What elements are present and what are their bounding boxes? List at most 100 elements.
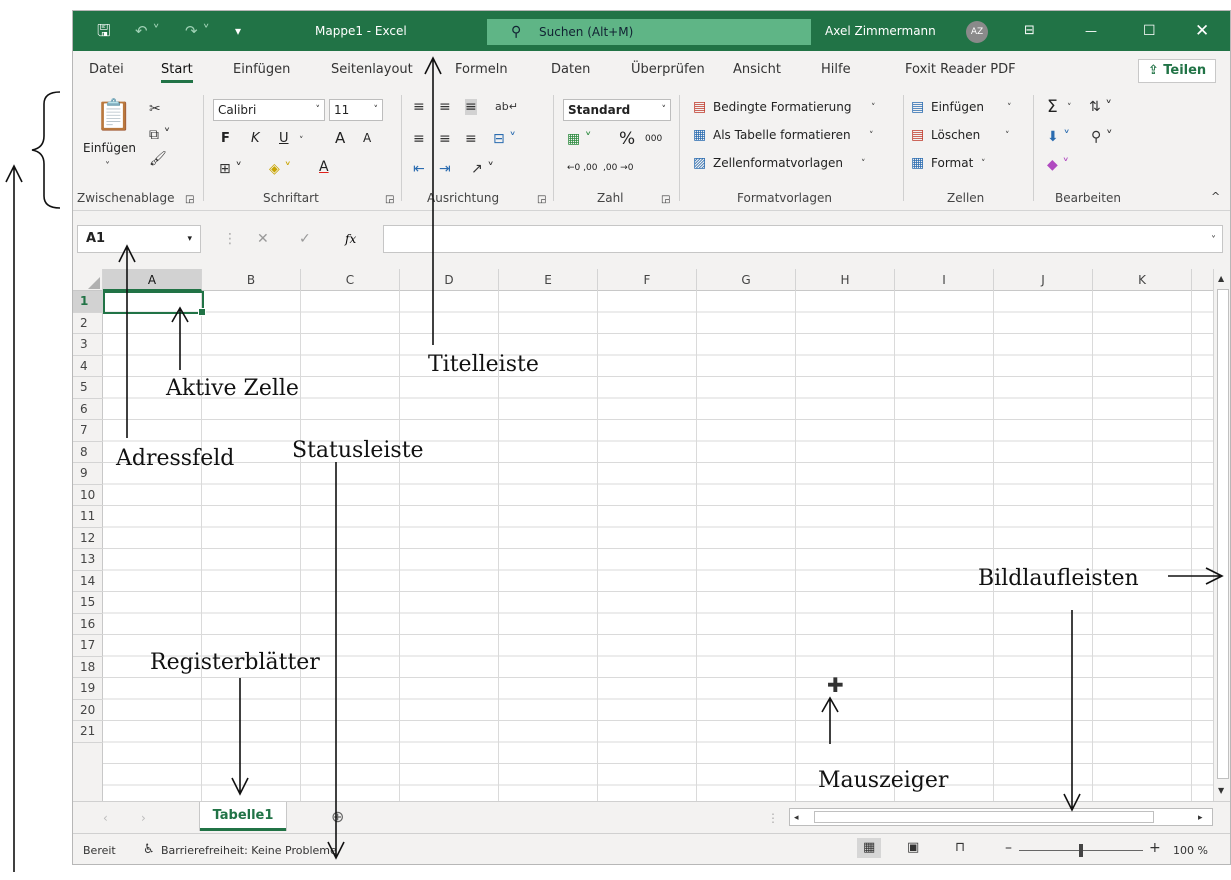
accessibility-status[interactable]: Barrierefreiheit: Keine Probleme bbox=[161, 844, 337, 857]
chevron-down-icon[interactable]: ˅ bbox=[871, 100, 876, 116]
find-icon[interactable]: ⚲ ˅ bbox=[1091, 129, 1113, 145]
align-middle-icon[interactable]: ≡ bbox=[439, 99, 451, 115]
number-format-select[interactable]: Standard ˅ bbox=[563, 99, 671, 121]
zoom-slider-thumb[interactable] bbox=[1079, 844, 1083, 857]
column-header[interactable]: C bbox=[301, 269, 400, 291]
column-header[interactable]: I bbox=[895, 269, 994, 291]
format-cells-icon[interactable]: ▦ bbox=[911, 155, 924, 171]
page-break-icon[interactable]: ⊓ bbox=[955, 840, 965, 856]
row-header[interactable]: 16 bbox=[73, 614, 103, 635]
paste-button[interactable]: Einfügen bbox=[83, 141, 136, 155]
chevron-down-icon[interactable]: ˅ bbox=[1067, 100, 1072, 116]
thousands-button[interactable]: 000 bbox=[645, 134, 662, 144]
font-color-button[interactable]: A bbox=[319, 159, 329, 175]
currency-icon[interactable]: ▦ ˅ bbox=[567, 131, 592, 147]
merge-center-icon[interactable]: ⊟ ˅ bbox=[493, 131, 516, 147]
zoom-in-icon[interactable]: + bbox=[1149, 840, 1161, 856]
row-header[interactable]: 3 bbox=[73, 334, 103, 356]
tab-hilfe[interactable]: Hilfe bbox=[821, 51, 851, 89]
row-header[interactable]: 8 bbox=[73, 442, 103, 463]
expand-formula-icon[interactable]: ˅ bbox=[1211, 233, 1216, 249]
cells-area[interactable] bbox=[103, 291, 1213, 801]
align-left-icon[interactable]: ≡ bbox=[413, 131, 425, 147]
align-center-icon[interactable]: ≡ bbox=[439, 131, 451, 147]
name-box[interactable]: A1 ▾ bbox=[77, 225, 201, 253]
fill-color-icon[interactable]: ◈ ˅ bbox=[269, 161, 291, 177]
horizontal-scrollbar[interactable]: ◂ ▸ bbox=[789, 808, 1213, 826]
chevron-down-icon[interactable]: ˅ bbox=[1007, 100, 1012, 116]
cell-styles-icon[interactable]: ▨ bbox=[693, 155, 706, 171]
shrink-font-button[interactable]: A bbox=[363, 131, 371, 145]
delete-cells-icon[interactable]: ▤ bbox=[911, 127, 924, 143]
tab-einfuegen[interactable]: Einfügen bbox=[233, 51, 290, 89]
format-as-table-icon[interactable]: ▦ bbox=[693, 127, 706, 143]
column-header[interactable]: E bbox=[499, 269, 598, 291]
chevron-down-icon[interactable]: ˅ bbox=[869, 128, 874, 144]
italic-button[interactable]: K bbox=[251, 131, 260, 146]
ribbon-display-icon[interactable]: ⊟ bbox=[1024, 11, 1035, 51]
row-header[interactable]: 15 bbox=[73, 592, 103, 614]
grow-font-button[interactable]: A bbox=[335, 129, 345, 147]
avatar[interactable]: AZ bbox=[966, 21, 988, 43]
column-header[interactable]: K bbox=[1093, 269, 1192, 291]
zoom-out-icon[interactable]: – bbox=[1005, 840, 1012, 856]
close-icon[interactable]: ✕ bbox=[1195, 11, 1209, 51]
row-header[interactable]: 2 bbox=[73, 313, 103, 334]
share-button[interactable]: ⇪ Teilen bbox=[1138, 59, 1216, 83]
row-header[interactable]: 21 bbox=[73, 721, 103, 743]
select-all-corner[interactable] bbox=[73, 269, 103, 291]
minimize-icon[interactable]: — bbox=[1085, 11, 1097, 51]
worksheet-grid[interactable]: ABCDEFGHIJK 1 2 3 4 5 6 7 8 9 10 11 12 13 14 15 16 17 18 1… bbox=[73, 269, 1213, 801]
horizontal-scroll-thumb[interactable] bbox=[814, 811, 1154, 823]
chevron-down-icon[interactable]: ˅ bbox=[105, 159, 110, 175]
cancel-icon[interactable]: ✕ bbox=[257, 231, 269, 247]
normal-view-icon[interactable]: ▦ bbox=[857, 838, 882, 858]
chevron-down-icon[interactable]: ˅ bbox=[1005, 128, 1010, 144]
column-header[interactable]: A bbox=[103, 269, 202, 291]
clear-icon[interactable]: ◆ ˅ bbox=[1047, 157, 1069, 173]
dialog-launcher-icon[interactable]: ◲ bbox=[385, 192, 394, 208]
conditional-format-icon[interactable]: ▤ bbox=[693, 99, 706, 115]
row-header[interactable]: 7 bbox=[73, 420, 103, 442]
active-cell[interactable] bbox=[103, 291, 206, 316]
dialog-launcher-icon[interactable]: ◲ bbox=[661, 192, 670, 208]
chevron-down-icon[interactable]: ˅ bbox=[299, 133, 304, 149]
format-painter-icon[interactable]: 🖌 bbox=[149, 151, 167, 167]
dialog-launcher-icon[interactable]: ◲ bbox=[185, 192, 194, 208]
wrap-text-icon[interactable]: ab↵ bbox=[495, 99, 518, 115]
column-header[interactable]: D bbox=[400, 269, 499, 291]
paste-icon[interactable]: 📋 bbox=[95, 99, 132, 133]
insert-cells-icon[interactable]: ▤ bbox=[911, 99, 924, 115]
collapse-ribbon-icon[interactable]: ^ bbox=[1211, 189, 1220, 205]
search-box[interactable]: ⚲ Suchen (Alt+M) bbox=[487, 19, 811, 45]
format-as-table-button[interactable]: Als Tabelle formatieren bbox=[713, 128, 851, 142]
sort-filter-icon[interactable]: ⇅ ˅ bbox=[1089, 99, 1112, 115]
tab-formeln[interactable]: Formeln bbox=[455, 51, 508, 89]
undo-icon[interactable]: ↶ ˅ bbox=[135, 11, 160, 51]
row-header[interactable]: 6 bbox=[73, 399, 103, 420]
copy-icon[interactable]: ⧉ ˅ bbox=[149, 127, 170, 143]
column-header[interactable]: G bbox=[697, 269, 796, 291]
dialog-launcher-icon[interactable]: ◲ bbox=[537, 192, 546, 208]
maximize-icon[interactable]: ☐ bbox=[1143, 11, 1156, 51]
scroll-right-icon[interactable]: ▸ bbox=[1198, 810, 1203, 826]
row-header[interactable]: 9 bbox=[73, 463, 103, 485]
column-header[interactable]: B bbox=[202, 269, 301, 291]
row-header[interactable]: 14 bbox=[73, 571, 103, 592]
conditional-format-button[interactable]: Bedingte Formatierung bbox=[713, 100, 851, 114]
decimal-increase-button[interactable]: ←0 ,00 bbox=[567, 163, 597, 173]
tab-seitenlayout[interactable]: Seitenlayout bbox=[331, 51, 413, 89]
vertical-scroll-thumb[interactable] bbox=[1217, 289, 1229, 779]
sheet-next-icon[interactable]: › bbox=[141, 810, 146, 826]
font-name-select[interactable]: Calibri ˅ bbox=[213, 99, 325, 121]
tab-daten[interactable]: Daten bbox=[551, 51, 590, 89]
bold-button[interactable]: F bbox=[221, 131, 230, 146]
row-header[interactable]: 4 bbox=[73, 356, 103, 377]
tab-start[interactable]: Start bbox=[161, 51, 193, 89]
sheet-prev-icon[interactable]: ‹ bbox=[103, 810, 108, 826]
row-header[interactable]: 17 bbox=[73, 635, 103, 657]
row-header[interactable]: 13 bbox=[73, 549, 103, 571]
cut-icon[interactable]: ✂ bbox=[149, 101, 161, 117]
orientation-icon[interactable]: ↗ ˅ bbox=[471, 161, 494, 177]
delete-cells-button[interactable]: Löschen bbox=[931, 128, 980, 142]
